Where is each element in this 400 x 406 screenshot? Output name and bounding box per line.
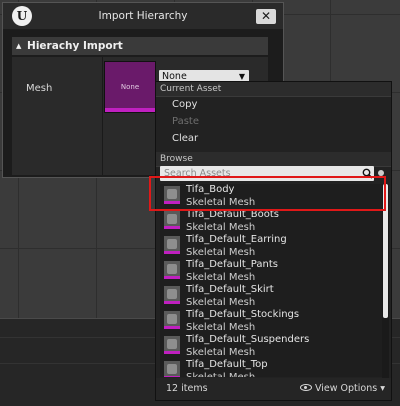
current-asset-header: Current Asset <box>156 82 391 97</box>
list-item[interactable]: Tifa_Body Skeletal Mesh <box>160 184 382 209</box>
asset-name: Tifa_Default_Top <box>186 359 268 370</box>
section-header-hierachy-import[interactable]: ▲ Hierachy Import <box>12 37 268 55</box>
list-item[interactable]: Tifa_Default_Skirt Skeletal Mesh <box>160 284 382 309</box>
skeletal-mesh-icon <box>164 336 180 354</box>
search-assets-input[interactable]: Search Assets <box>160 166 374 181</box>
list-item[interactable]: Tifa_Default_Earring Skeletal Mesh <box>160 234 382 259</box>
view-options-label: View Options <box>314 383 378 394</box>
thumbnail-label: None <box>120 83 140 91</box>
copy-menu-item[interactable]: Copy <box>172 99 197 110</box>
mesh-thumbnail[interactable]: None <box>104 61 156 113</box>
list-item[interactable]: Tifa_Default_Suspenders Skeletal Mesh <box>160 334 382 359</box>
list-item[interactable]: Tifa_Default_Stockings Skeletal Mesh <box>160 309 382 334</box>
asset-name: Tifa_Default_Suspenders <box>186 334 310 345</box>
column-divider[interactable] <box>102 57 103 175</box>
asset-type: Skeletal Mesh <box>186 272 256 283</box>
skeletal-mesh-icon <box>164 311 180 329</box>
chevron-down-icon: ▾ <box>377 383 385 394</box>
asset-type: Skeletal Mesh <box>186 297 256 308</box>
asset-picker-dropdown: Current Asset Copy Paste Clear Browse Se… <box>155 81 392 401</box>
asset-name: Tifa_Default_Pants <box>186 259 278 270</box>
asset-list: Tifa_Body Skeletal Mesh Tifa_Default_Boo… <box>160 184 382 377</box>
skeletal-mesh-icon <box>164 236 180 254</box>
asset-name: Tifa_Body <box>186 184 235 195</box>
skeletal-mesh-icon <box>164 286 180 304</box>
item-count: 12 items <box>166 383 208 394</box>
asset-name: Tifa_Default_Earring <box>186 234 287 245</box>
close-button[interactable]: ✕ <box>256 9 276 24</box>
skeletal-mesh-icon <box>164 211 180 229</box>
mesh-label: Mesh <box>26 83 53 94</box>
paste-menu-item[interactable]: Paste <box>172 116 199 127</box>
window-title: Import Hierarchy <box>98 10 188 22</box>
settings-icon[interactable] <box>378 170 384 176</box>
list-item[interactable]: Tifa_Default_Boots Skeletal Mesh <box>160 209 382 234</box>
window-titlebar[interactable]: U Import Hierarchy ✕ <box>3 3 283 29</box>
asset-name: Tifa_Default_Stockings <box>186 309 300 320</box>
section-title: Hierachy Import <box>27 40 123 52</box>
asset-type: Skeletal Mesh <box>186 347 256 358</box>
skeletal-mesh-icon <box>164 186 180 204</box>
browse-header: Browse <box>156 152 391 167</box>
asset-type: Skeletal Mesh <box>186 222 256 233</box>
skeletal-mesh-icon <box>164 361 180 377</box>
scrollbar-thumb[interactable] <box>383 184 388 318</box>
asset-type: Skeletal Mesh <box>186 372 255 377</box>
view-options-button[interactable]: View Options ▾ <box>299 383 385 394</box>
list-item[interactable]: Tifa_Default_Top Skeletal Mesh <box>160 359 382 377</box>
asset-picker-footer: 12 items View Options ▾ <box>156 378 391 400</box>
list-item[interactable]: Tifa_Default_Pants Skeletal Mesh <box>160 259 382 284</box>
clear-menu-item[interactable]: Clear <box>172 133 198 144</box>
collapse-arrow-icon[interactable]: ▲ <box>16 42 21 50</box>
asset-type: Skeletal Mesh <box>186 322 256 333</box>
asset-name: Tifa_Default_Boots <box>186 209 279 220</box>
skeletal-mesh-icon <box>164 261 180 279</box>
asset-type: Skeletal Mesh <box>186 197 256 208</box>
asset-name: Tifa_Default_Skirt <box>186 284 274 295</box>
search-icon[interactable] <box>362 168 373 179</box>
eye-icon <box>299 384 312 391</box>
asset-type: Skeletal Mesh <box>186 247 256 258</box>
asset-list-scrollbar[interactable] <box>382 184 389 378</box>
